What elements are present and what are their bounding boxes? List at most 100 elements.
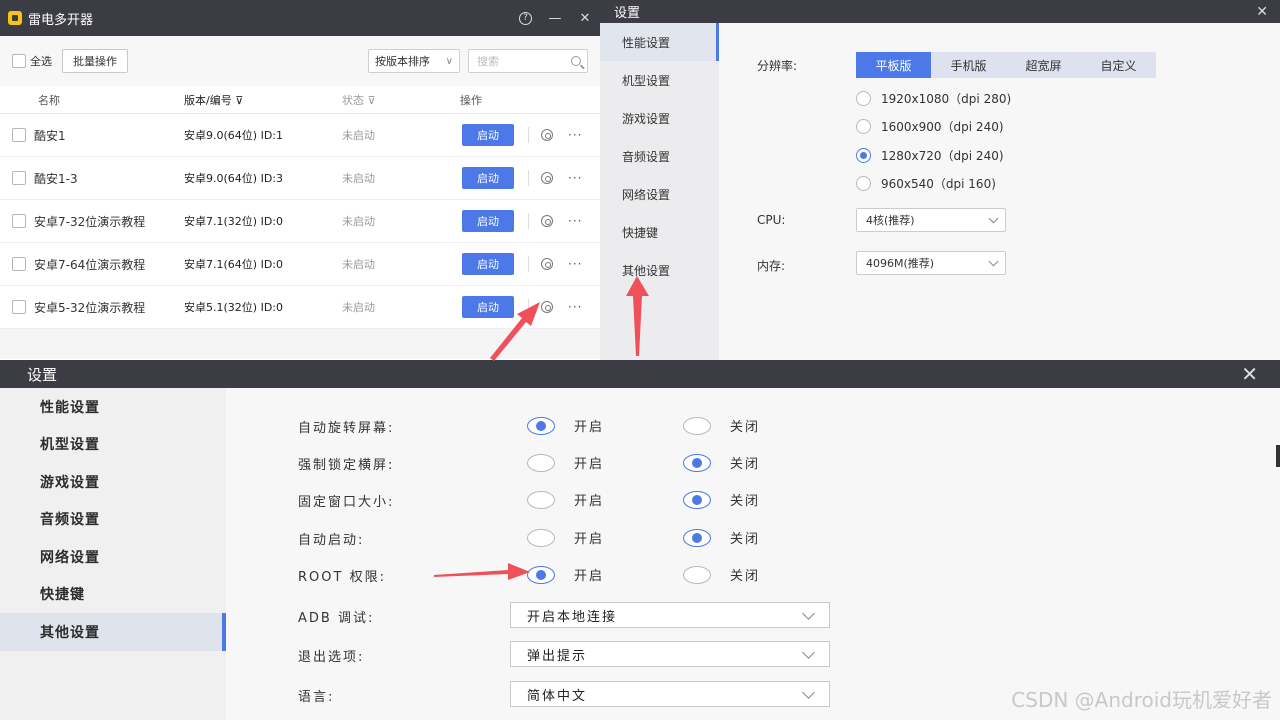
close-icon[interactable]: ✕ <box>570 11 600 26</box>
radio-button[interactable] <box>683 528 711 547</box>
gear-icon[interactable] <box>541 215 553 227</box>
memory-select[interactable]: 4096M(推荐) <box>856 251 1006 275</box>
sort-dropdown[interactable]: 按版本排序 ∨ <box>368 49 460 73</box>
toggle-off-option[interactable]: 关闭 <box>683 453 760 472</box>
batch-operation-button[interactable]: 批量操作 <box>62 49 128 73</box>
close-icon[interactable]: ✕ <box>1256 4 1268 20</box>
radio-button[interactable] <box>856 148 871 163</box>
radio-button[interactable] <box>527 528 555 547</box>
resolution-tabs: 平板版 手机版 超宽屏 自定义 <box>856 52 1156 78</box>
row-checkbox[interactable] <box>12 171 26 185</box>
more-icon[interactable]: ··· <box>568 214 582 228</box>
sidebar-item[interactable]: 游戏设置 <box>600 99 719 137</box>
column-version-label: 版本/编号 <box>184 93 232 107</box>
sidebar-item[interactable]: 其他设置 <box>0 613 226 651</box>
sidebar-item[interactable]: 性能设置 <box>0 388 226 426</box>
start-button[interactable]: 启动 <box>462 210 514 232</box>
on-label: 开启 <box>574 532 605 547</box>
instance-row[interactable]: 酷安1 安卓9.0(64位) ID:1 未启动 启动 ··· <box>0 114 600 157</box>
instance-name-cell: 安卓7-32位演示教程 <box>0 213 184 230</box>
settings-select[interactable]: 弹出提示 <box>510 641 830 667</box>
toggle-on-option[interactable]: 开启 <box>527 528 604 547</box>
more-icon[interactable]: ··· <box>568 300 582 314</box>
radio-button[interactable] <box>683 565 711 584</box>
sidebar-item[interactable]: 快捷键 <box>600 213 719 251</box>
toggle-on-option[interactable]: 开启 <box>527 565 604 584</box>
row-checkbox[interactable] <box>12 128 26 142</box>
toggle-off-option[interactable]: 关闭 <box>683 416 760 435</box>
gear-icon[interactable] <box>541 129 553 141</box>
settings-select[interactable]: 开启本地连接 <box>510 602 830 628</box>
cpu-select[interactable]: 4核(推荐) <box>856 208 1006 232</box>
settings-select[interactable]: 简体中文 <box>510 681 830 707</box>
resolution-tab[interactable]: 自定义 <box>1081 52 1156 78</box>
sidebar-item[interactable]: 游戏设置 <box>0 463 226 501</box>
resolution-option[interactable]: 960x540（dpi 160) <box>856 175 996 192</box>
radio-button[interactable] <box>856 119 871 134</box>
row-checkbox[interactable] <box>12 257 26 271</box>
sidebar-item[interactable]: 音频设置 <box>0 501 226 539</box>
minimize-icon[interactable]: — <box>540 11 570 26</box>
instance-row[interactable]: 酷安1-3 安卓9.0(64位) ID:3 未启动 启动 ··· <box>0 157 600 200</box>
more-icon[interactable]: ··· <box>568 171 582 185</box>
gear-icon[interactable] <box>541 258 553 270</box>
gear-icon[interactable] <box>541 301 553 313</box>
help-icon[interactable]: ? <box>519 11 532 25</box>
more-icon[interactable]: ··· <box>568 257 582 271</box>
search-icon[interactable] <box>571 56 581 66</box>
scrollbar[interactable] <box>1276 445 1280 467</box>
toggle-off-option[interactable]: 关闭 <box>683 528 760 547</box>
radio-button[interactable] <box>683 453 711 472</box>
search-input[interactable]: 搜索 <box>468 49 588 73</box>
sidebar-item[interactable]: 性能设置 <box>600 23 719 61</box>
more-icon[interactable]: ··· <box>568 128 582 142</box>
row-checkbox[interactable] <box>12 300 26 314</box>
radio-button[interactable] <box>527 453 555 472</box>
sidebar-item[interactable]: 音频设置 <box>600 137 719 175</box>
start-button[interactable]: 启动 <box>462 124 514 146</box>
row-checkbox[interactable] <box>12 214 26 228</box>
checkbox-icon[interactable] <box>12 54 26 68</box>
sidebar-item[interactable]: 网络设置 <box>600 175 719 213</box>
sidebar-item[interactable]: 网络设置 <box>0 538 226 576</box>
manager-title: 雷电多开器 <box>28 12 94 28</box>
sidebar-item[interactable]: 其他设置 <box>600 251 719 289</box>
start-button[interactable]: 启动 <box>462 253 514 275</box>
toggle-on-option[interactable]: 开启 <box>527 416 604 435</box>
instance-row[interactable]: 安卓7-64位演示教程 安卓7.1(64位) ID:0 未启动 启动 ··· <box>0 243 600 286</box>
sidebar-item[interactable]: 机型设置 <box>600 61 719 99</box>
gear-icon[interactable] <box>541 172 553 184</box>
radio-button[interactable] <box>683 416 711 435</box>
toggle-off-option[interactable]: 关闭 <box>683 490 760 509</box>
resolution-tab[interactable]: 平板版 <box>856 52 931 78</box>
column-version[interactable]: 版本/编号 ⊽ <box>184 92 342 108</box>
radio-button[interactable] <box>527 416 555 435</box>
filter-icon[interactable]: ⊽ <box>368 94 376 107</box>
resolution-option[interactable]: 1600x900（dpi 240) <box>856 118 1004 135</box>
toggle-off-option[interactable]: 关闭 <box>683 565 760 584</box>
sidebar-item[interactable]: 机型设置 <box>0 426 226 464</box>
instance-table-header: 名称 版本/编号 ⊽ 状态 ⊽ 操作 <box>0 86 600 114</box>
resolution-tab[interactable]: 超宽屏 <box>1006 52 1081 78</box>
instance-row[interactable]: 安卓5-32位演示教程 安卓5.1(32位) ID:0 未启动 启动 ··· <box>0 286 600 329</box>
select-all-checkbox[interactable]: 全选 <box>12 53 52 69</box>
resolution-option[interactable]: 1920x1080（dpi 280) <box>856 90 1011 107</box>
radio-button[interactable] <box>856 91 871 106</box>
radio-button[interactable] <box>527 490 555 509</box>
close-icon[interactable]: ✕ <box>1241 362 1258 386</box>
radio-button[interactable] <box>527 565 555 584</box>
chevron-down-icon: ∨ <box>445 55 453 67</box>
sidebar-item[interactable]: 快捷键 <box>0 576 226 614</box>
resolution-tab[interactable]: 手机版 <box>931 52 1006 78</box>
toggle-on-option[interactable]: 开启 <box>527 490 604 509</box>
off-label: 关闭 <box>730 532 761 547</box>
toggle-on-option[interactable]: 开启 <box>527 453 604 472</box>
column-state[interactable]: 状态 ⊽ <box>342 92 460 108</box>
resolution-option[interactable]: 1280x720（dpi 240) <box>856 147 1004 164</box>
start-button[interactable]: 启动 <box>462 167 514 189</box>
start-button[interactable]: 启动 <box>462 296 514 318</box>
filter-icon[interactable]: ⊽ <box>235 94 243 107</box>
radio-button[interactable] <box>683 490 711 509</box>
radio-button[interactable] <box>856 176 871 191</box>
instance-row[interactable]: 安卓7-32位演示教程 安卓7.1(32位) ID:0 未启动 启动 ··· <box>0 200 600 243</box>
